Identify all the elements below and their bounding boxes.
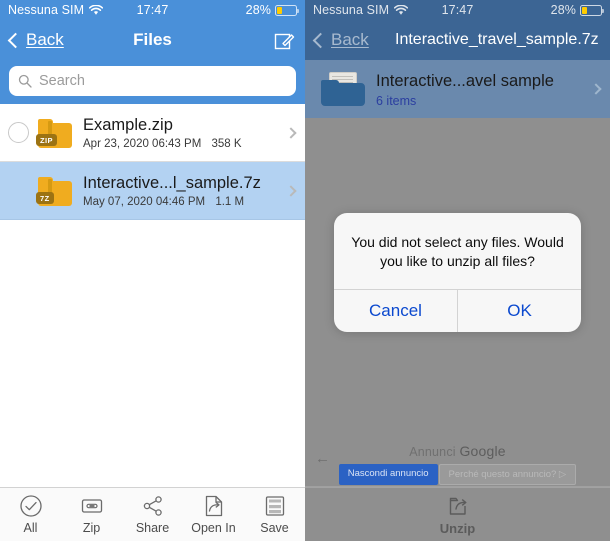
hide-ad-button[interactable]: Nascondi annuncio <box>338 464 438 485</box>
back-button-label: Back <box>26 30 64 49</box>
row-checkbox[interactable] <box>8 122 29 143</box>
chevron-right-icon[interactable] <box>285 184 297 197</box>
status-bar: Nessuna SIM 17:47 28% <box>305 0 610 20</box>
zip-folder-icon: ZIP <box>36 117 74 148</box>
row-text: Interactive...avel sample 6 items <box>376 71 586 108</box>
wifi-icon <box>394 4 409 15</box>
share-icon <box>143 496 162 516</box>
clock-label: 17:47 <box>136 3 169 17</box>
search-input[interactable]: Search <box>9 66 296 96</box>
ad-bar: ← Annunci Google Nascondi annuncio Perch… <box>305 442 610 487</box>
compose-icon[interactable] <box>274 30 295 51</box>
battery-icon <box>580 4 604 16</box>
ad-title: Annunci Google <box>409 443 506 459</box>
toolbar-label: Unzip <box>439 520 476 536</box>
nav-bar: Back Interactive_travel_sample.7z <box>305 20 610 60</box>
7z-folder-icon: 7Z <box>36 175 74 206</box>
archive-header-row[interactable]: Interactive...avel sample 6 items <box>305 60 610 118</box>
file-name: Interactive...l_sample.7z <box>83 174 261 192</box>
toolbar-item-zip[interactable]: Zip <box>61 494 122 535</box>
bottom-toolbar: All Zip Share Open In Save <box>0 487 305 541</box>
search-placeholder: Search <box>39 73 85 89</box>
chevron-left-icon <box>7 32 24 48</box>
ad-title-brand: Google <box>459 443 506 459</box>
toolbar-item-open-in[interactable]: Open In <box>183 494 244 535</box>
ok-button[interactable]: OK <box>457 290 581 332</box>
toolbar-item-share[interactable]: Share <box>122 494 183 535</box>
battery-percent-label: 28% <box>245 3 271 17</box>
page-title: Interactive_travel_sample.7z <box>395 31 599 48</box>
chevron-right-icon[interactable] <box>590 83 602 95</box>
back-button-label: Back <box>331 30 369 49</box>
status-bar-right: 28% <box>473 3 604 17</box>
row-text: Interactive...l_sample.7z May 07, 2020 0… <box>83 173 281 208</box>
toolbar-item-save[interactable]: Save <box>244 494 305 535</box>
toolbar-label: Open In <box>191 521 236 535</box>
battery-icon <box>275 4 299 16</box>
open-in-icon <box>205 495 222 517</box>
back-button[interactable]: Back <box>7 30 64 50</box>
toolbar-label: All <box>23 521 38 535</box>
left-phone-screen: Nessuna SIM 17:47 28% Back Files Search … <box>0 0 305 541</box>
file-type-badge: ZIP <box>36 134 57 146</box>
alert-actions: Cancel OK <box>334 289 581 332</box>
file-name: Example.zip <box>83 116 173 134</box>
search-container: Search <box>0 60 305 104</box>
status-bar-left: Nessuna SIM <box>313 3 442 17</box>
unzip-icon <box>449 497 466 515</box>
file-type-badge: 7Z <box>36 192 54 204</box>
archive-item-count: 6 items <box>376 93 417 108</box>
cancel-button[interactable]: Cancel <box>334 290 457 332</box>
chevron-right-icon[interactable] <box>285 126 297 139</box>
bottom-toolbar: Unzip <box>305 487 610 541</box>
ad-title-prefix: Annunci <box>409 445 456 459</box>
toolbar-label: Share <box>135 521 170 535</box>
alert-dialog: You did not select any files. Would you … <box>334 213 581 332</box>
check-circle-icon <box>19 495 42 517</box>
table-row[interactable]: ZIP Example.zip Apr 23, 2020 06:43 PM 35… <box>0 104 305 162</box>
chevron-left-icon <box>312 32 329 48</box>
file-date: Apr 23, 2020 06:43 PM <box>83 138 202 150</box>
file-date: May 07, 2020 04:46 PM <box>83 196 206 208</box>
file-meta: Apr 23, 2020 06:43 PM 358 K <box>83 138 281 150</box>
file-meta: May 07, 2020 04:46 PM 1.1 M <box>83 196 281 208</box>
dual-screenshot: Nessuna SIM 17:47 28% Back Files Search … <box>0 0 610 541</box>
save-icon <box>265 496 284 516</box>
alert-message: You did not select any files. Would you … <box>351 234 564 269</box>
toolbar-item-unzip[interactable]: Unzip <box>305 494 610 536</box>
toolbar-item-all[interactable]: All <box>0 494 61 535</box>
battery-percent-label: 28% <box>550 3 576 17</box>
table-row[interactable]: 7Z Interactive...l_sample.7z May 07, 202… <box>0 162 305 220</box>
arrow-left-icon[interactable]: ← <box>315 450 330 467</box>
right-phone-screen: Nessuna SIM 17:47 28% Back Interactive_t… <box>305 0 610 541</box>
toolbar-label: Zip <box>82 521 101 535</box>
archive-name: Interactive...avel sample <box>376 71 554 90</box>
clock-label: 17:47 <box>441 3 474 17</box>
back-button[interactable]: Back <box>312 30 369 50</box>
carrier-label: Nessuna SIM <box>8 3 85 17</box>
row-text: Example.zip Apr 23, 2020 06:43 PM 358 K <box>83 115 281 150</box>
status-bar-left: Nessuna SIM <box>8 3 137 17</box>
status-bar-right: 28% <box>168 3 299 17</box>
search-icon <box>18 74 32 88</box>
blue-folder-icon <box>321 72 365 106</box>
file-list: ZIP Example.zip Apr 23, 2020 06:43 PM 35… <box>0 104 305 220</box>
toolbar-label: Save <box>260 521 289 535</box>
why-this-ad-button[interactable]: Perché questo annuncio? ▷ <box>438 464 577 485</box>
file-size: 358 K <box>211 138 242 150</box>
ad-buttons: Nascondi annuncio Perché questo annuncio… <box>338 464 577 485</box>
file-size: 1.1 M <box>215 196 245 208</box>
nav-bar: Back Files <box>0 20 305 60</box>
wifi-icon <box>89 4 104 15</box>
status-bar: Nessuna SIM 17:47 28% <box>0 0 305 20</box>
zip-icon <box>81 499 102 513</box>
carrier-label: Nessuna SIM <box>313 3 390 17</box>
